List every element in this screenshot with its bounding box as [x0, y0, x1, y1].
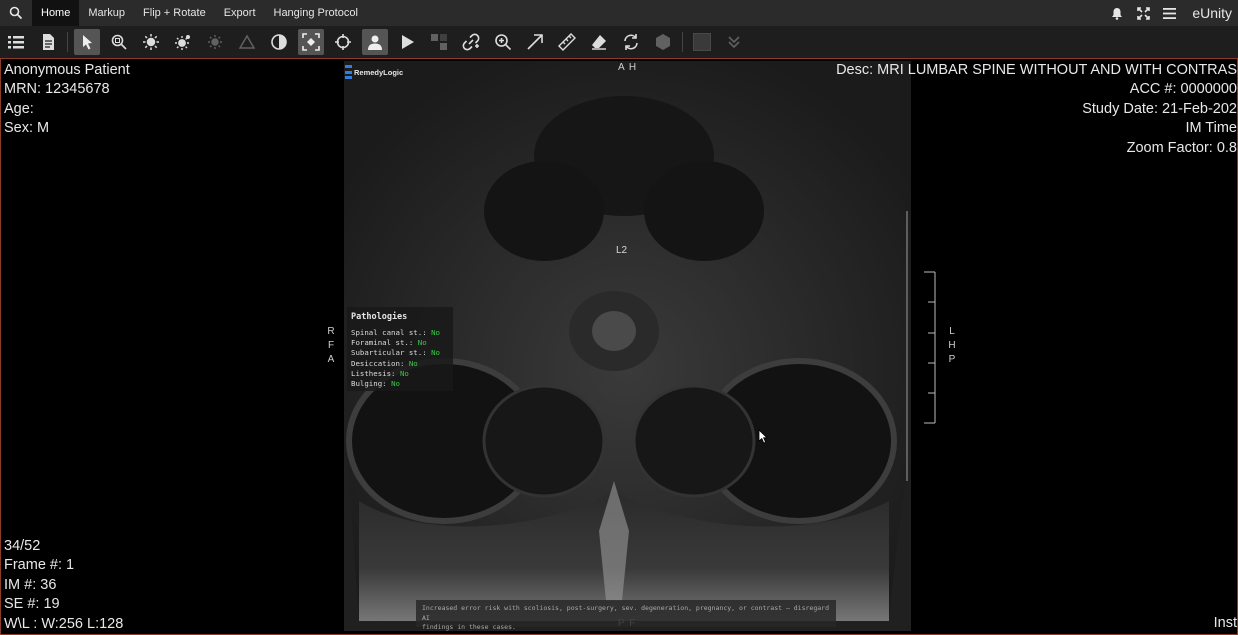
tab-export[interactable]: Export [215, 0, 265, 26]
patient-mrn: MRN: 12345678 [4, 81, 110, 98]
pointer-icon[interactable] [74, 29, 100, 55]
report-icon[interactable] [35, 29, 61, 55]
orientation-left-1: R [327, 326, 335, 337]
frame-number: Frame #: 1 [4, 557, 75, 574]
vertebral-level-label: L2 [616, 245, 628, 256]
link-icon[interactable] [458, 29, 484, 55]
cine-play-icon[interactable] [394, 29, 420, 55]
disclaimer-line-1: Increased error risk with scoliosis, pos… [422, 604, 829, 622]
disclaimer-line-2: findings in these cases. [422, 623, 516, 631]
image-viewport[interactable]: RemedyLogic A H P F R F A L H P L2 Patho… [0, 58, 1238, 635]
tool-bar [0, 26, 1238, 59]
pathology-row: Listhesis: No [351, 369, 449, 379]
toolbar-divider [682, 32, 683, 52]
orientation-top: A H [618, 62, 638, 73]
eraser-icon[interactable] [586, 29, 612, 55]
tab-hanging-protocol[interactable]: Hanging Protocol [265, 0, 367, 26]
zoom-factor: Zoom Factor: 0.8 [1126, 139, 1237, 156]
scale-ruler [924, 271, 936, 424]
pathology-row: Spinal canal st.: No [351, 328, 449, 338]
window-level: W\L : W:256 L:128 [4, 615, 124, 632]
magnify-icon[interactable] [490, 29, 516, 55]
orientation-right-1: L [949, 326, 955, 337]
pathology-value: No [399, 368, 409, 378]
remedylogic-logo: RemedyLogic [345, 65, 403, 79]
orientation-left: R F A [326, 325, 336, 367]
pathology-label: Bulging: [351, 379, 387, 389]
arrow-icon[interactable] [522, 29, 548, 55]
crosshair-icon[interactable] [330, 29, 356, 55]
orientation-left-2: F [327, 340, 335, 351]
tab-home[interactable]: Home [32, 0, 80, 26]
pathology-value: No [408, 358, 418, 368]
mouse-cursor-icon [758, 429, 768, 444]
chevrons-down-icon[interactable] [721, 29, 747, 55]
orientation-right: L H P [947, 325, 957, 367]
zoom-region-icon[interactable] [106, 29, 132, 55]
fit-to-window-icon[interactable] [298, 29, 324, 55]
triangle-icon[interactable] [234, 29, 260, 55]
pathology-value: No [417, 338, 427, 348]
institution-label: Inst [1213, 615, 1237, 631]
image-number: IM #: 36 [4, 576, 57, 593]
window-level-preset-icon[interactable] [202, 29, 228, 55]
pathologies-title: Pathologies [351, 312, 408, 322]
pathology-value: No [431, 328, 441, 337]
study-list-icon[interactable] [3, 29, 29, 55]
hamburger-menu-icon[interactable] [1156, 0, 1182, 26]
pathology-row: Subarticular st.: No [351, 348, 449, 358]
remedylogic-logo-text: RemedyLogic [354, 67, 404, 77]
pathology-row: Foraminal st.: No [351, 338, 449, 348]
patient-name: Anonymous Patient [4, 62, 130, 78]
accession-number: ACC #: 0000000 [1129, 81, 1237, 98]
series-number: SE #: 19 [4, 596, 60, 613]
invert-icon[interactable] [266, 29, 292, 55]
auto-window-level-icon[interactable] [170, 29, 196, 55]
pathology-label: Spinal canal st.: [351, 328, 427, 337]
pathologies-panel: Pathologies Spinal canal st.: No Foramin… [347, 307, 453, 391]
orientation-left-3: A [327, 354, 335, 365]
pathology-label: Subarticular st.: [351, 348, 427, 358]
patient-sex: Sex: M [4, 120, 50, 137]
3d-cube-icon[interactable] [650, 29, 676, 55]
orientation-right-3: P [948, 354, 956, 365]
tab-flip-rotate[interactable]: Flip + Rotate [134, 0, 215, 26]
patient-info-overlay: Anonymous Patient MRN: 12345678 Age: Sex… [4, 61, 130, 139]
image-info-overlay: 34/52 Frame #: 1 IM #: 36 SE #: 19 W\L :… [4, 537, 123, 634]
study-description: Desc: MRI LUMBAR SPINE WITHOUT AND WITH … [836, 62, 1237, 78]
pathology-label: Listhesis: [351, 368, 396, 378]
top-menu-bar: Home Markup Flip + Rotate Export Hanging… [0, 0, 1238, 26]
image-index: 34/52 [4, 538, 41, 554]
sync-icon[interactable] [618, 29, 644, 55]
color-swatch-icon[interactable] [689, 29, 715, 55]
study-info-overlay: Desc: MRI LUMBAR SPINE WITHOUT AND WITH … [836, 61, 1237, 158]
pathology-value: No [431, 348, 441, 358]
ai-disclaimer-banner: Increased error risk with scoliosis, pos… [416, 600, 836, 631]
patient-age: Age: [4, 100, 34, 117]
image-time: IM Time [1185, 120, 1237, 137]
institution-overlay: Inst [1214, 614, 1237, 633]
bell-icon[interactable] [1104, 0, 1130, 26]
avatar-icon[interactable] [362, 29, 388, 55]
pathology-row: Desiccation: No [351, 359, 449, 369]
orientation-right-2: H [948, 340, 956, 351]
brand-name: eUnity [1192, 5, 1232, 21]
remedylogic-mark-icon [345, 65, 352, 79]
pathology-value: No [391, 379, 400, 389]
layout-icon[interactable] [426, 29, 452, 55]
pathology-label: Desiccation: [351, 358, 405, 368]
study-date: Study Date: 21-Feb-202 [1082, 100, 1237, 117]
ruler-icon[interactable] [554, 29, 580, 55]
brightness-icon[interactable] [138, 29, 164, 55]
search-icon[interactable] [0, 0, 32, 26]
toolbar-divider [67, 32, 68, 52]
fullscreen-icon[interactable] [1130, 0, 1156, 26]
tab-markup[interactable]: Markup [79, 0, 134, 26]
pathology-row: Bulging: No [351, 379, 449, 389]
pathology-label: Foraminal st.: [351, 338, 414, 348]
